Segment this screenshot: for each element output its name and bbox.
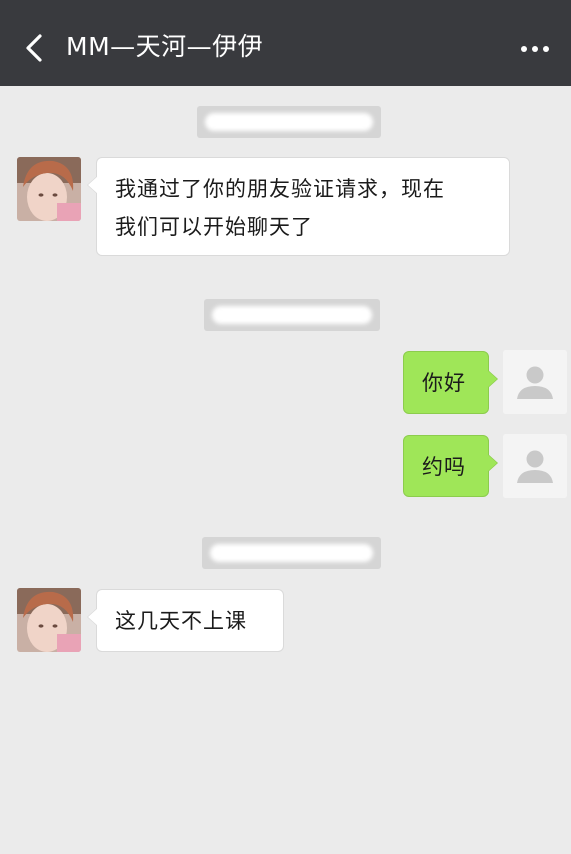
message-text: 你好 — [422, 371, 466, 395]
message-text-line: 我通过了你的朋友验证请求，现在 — [115, 177, 445, 201]
message-text: 约吗 — [422, 455, 466, 479]
timestamp-blur — [210, 544, 373, 562]
timestamp-blurred — [202, 537, 381, 569]
timestamp-blur — [205, 113, 373, 131]
outgoing-message-bubble[interactable]: 约吗 — [403, 435, 498, 497]
timestamp-blur — [212, 306, 372, 324]
avatar-photo — [17, 588, 81, 652]
my-avatar[interactable] — [503, 350, 567, 414]
chat-title: MM—天河—伊伊 — [66, 32, 264, 61]
outgoing-message-bubble[interactable]: 你好 — [403, 351, 498, 414]
contact-avatar[interactable] — [17, 157, 81, 221]
chat-header: MM—天河—伊伊 — [0, 0, 571, 86]
incoming-message-bubble[interactable]: 我通过了你的朋友验证请求，现在 我们可以开始聊天了 — [87, 157, 510, 256]
timestamp-blurred — [197, 106, 381, 138]
timestamp-blurred — [204, 299, 380, 331]
back-button[interactable] — [14, 28, 54, 68]
more-dots-icon — [521, 46, 549, 52]
contact-avatar[interactable] — [17, 588, 81, 652]
message-text: 这几天不上课 — [115, 609, 247, 633]
default-user-icon — [503, 350, 567, 414]
incoming-message-bubble[interactable]: 这几天不上课 — [87, 589, 284, 652]
my-avatar[interactable] — [503, 434, 567, 498]
avatar-photo — [17, 157, 81, 221]
more-button[interactable] — [515, 34, 555, 64]
chevron-left-icon — [26, 34, 42, 62]
default-user-icon — [503, 434, 567, 498]
message-text-line: 我们可以开始聊天了 — [115, 215, 313, 239]
